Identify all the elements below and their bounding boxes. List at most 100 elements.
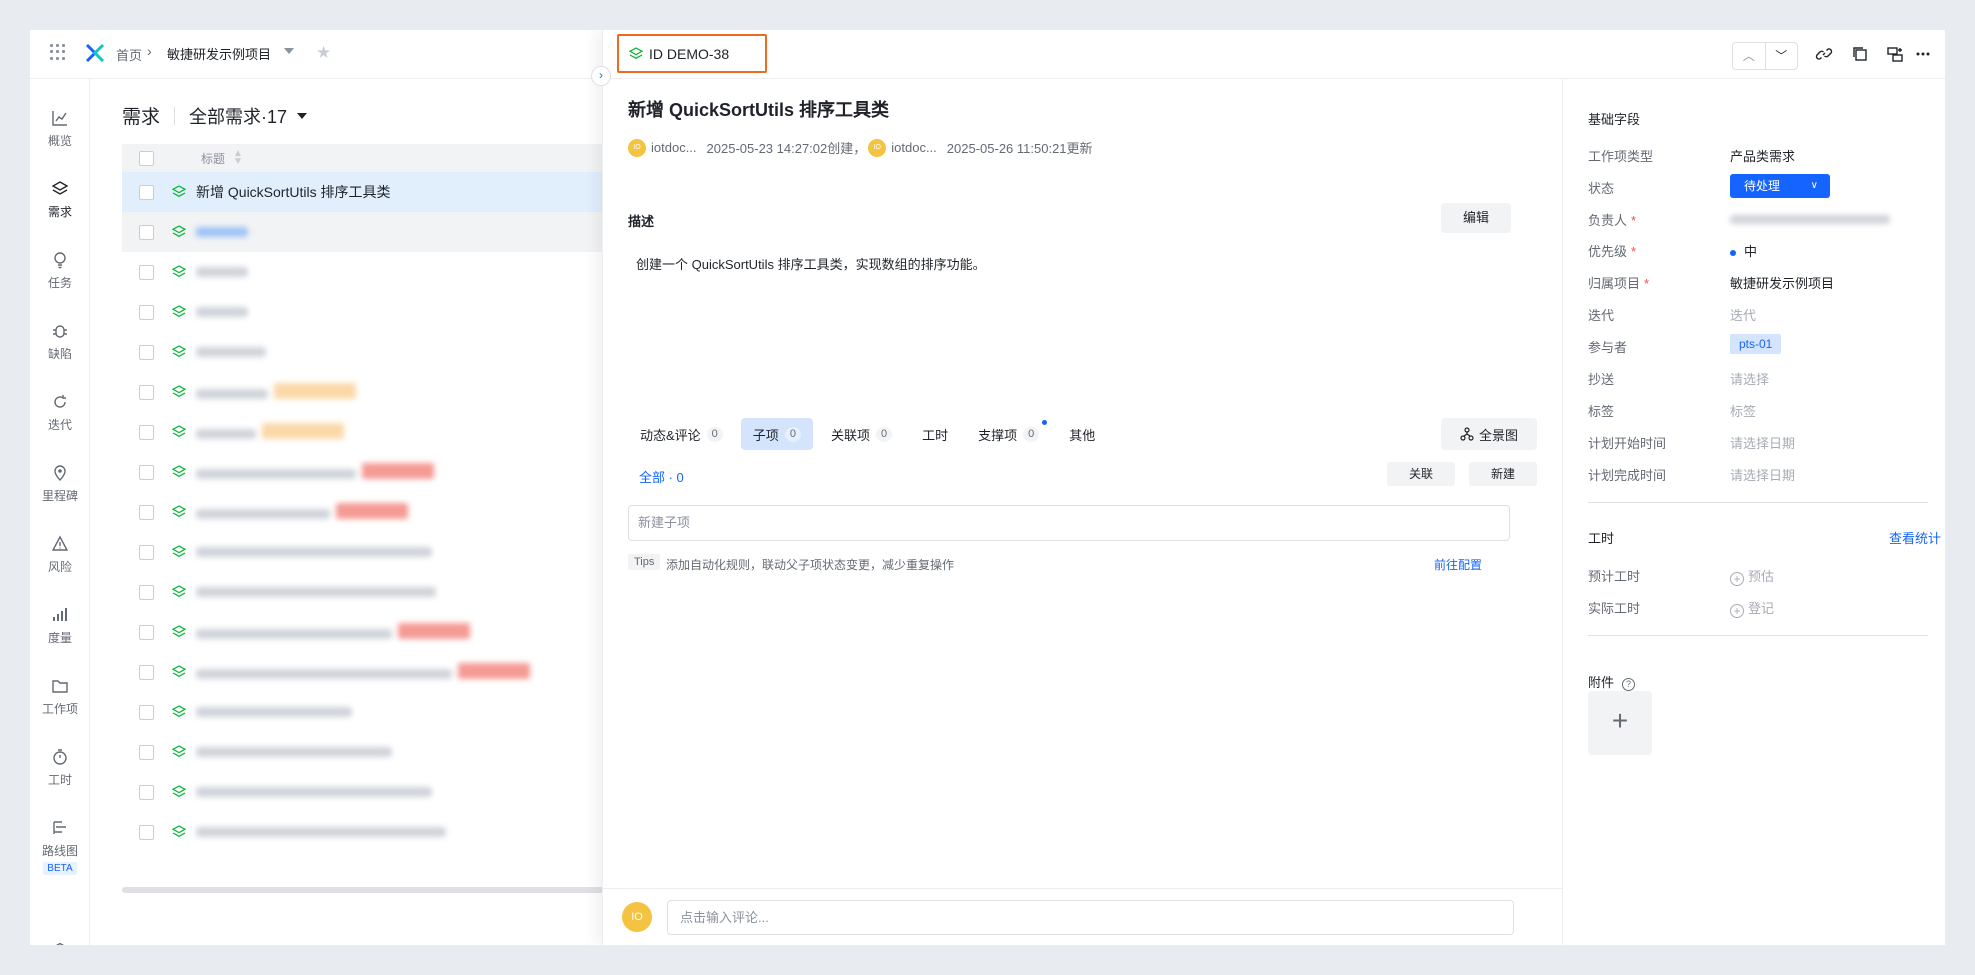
table-row[interactable] bbox=[122, 812, 632, 852]
select-all-checkbox[interactable] bbox=[139, 150, 154, 166]
edit-button[interactable]: 编辑 bbox=[1441, 203, 1511, 233]
view-filter-dropdown[interactable]: 全部需求·17 bbox=[189, 103, 287, 129]
tab-timesheet[interactable]: 工时 bbox=[910, 418, 960, 450]
row-title-redacted[interactable] bbox=[196, 224, 248, 240]
work-item-id[interactable]: ID DEMO-38 bbox=[617, 34, 767, 73]
app-grid-icon[interactable] bbox=[50, 44, 66, 60]
nav-risks[interactable]: 风险 bbox=[30, 535, 90, 575]
previous-item-icon[interactable]: ︿ bbox=[1733, 43, 1765, 69]
row-title-redacted[interactable] bbox=[196, 462, 434, 482]
row-title-redacted[interactable] bbox=[196, 544, 432, 560]
nav-timesheet[interactable]: 工时 bbox=[30, 748, 90, 788]
field-value[interactable]: 产品类需求 bbox=[1730, 146, 1795, 165]
table-row[interactable] bbox=[122, 372, 632, 412]
horizontal-scrollbar[interactable] bbox=[122, 887, 632, 893]
breadcrumb-home[interactable]: 首页 bbox=[116, 45, 142, 64]
field-value[interactable]: 标签 bbox=[1730, 401, 1756, 420]
row-checkbox[interactable] bbox=[139, 504, 154, 520]
row-checkbox[interactable] bbox=[139, 704, 154, 720]
log-hours-button[interactable]: + 登记 bbox=[1730, 598, 1774, 618]
row-title-redacted[interactable] bbox=[196, 784, 432, 800]
row-checkbox[interactable] bbox=[139, 304, 154, 320]
row-checkbox[interactable] bbox=[139, 744, 154, 760]
row-title-redacted[interactable] bbox=[196, 344, 266, 360]
row-title-redacted[interactable] bbox=[196, 502, 408, 522]
table-row[interactable] bbox=[122, 452, 632, 492]
row-checkbox[interactable] bbox=[139, 344, 154, 360]
row-title-redacted[interactable] bbox=[196, 304, 248, 320]
nav-roadmap[interactable]: 路线图 BETA bbox=[30, 819, 90, 875]
status-dropdown[interactable]: 待处理 ∨ bbox=[1730, 174, 1830, 198]
row-title[interactable]: 新增 QuickSortUtils 排序工具类 bbox=[196, 182, 390, 202]
field-value[interactable]: 请选择 bbox=[1730, 369, 1769, 388]
more-icon[interactable] bbox=[1914, 45, 1932, 63]
participant-tag[interactable]: pts-01 bbox=[1730, 334, 1782, 354]
tab-other[interactable]: 其他 bbox=[1057, 418, 1107, 450]
field-value[interactable]: 请选择日期 bbox=[1730, 433, 1795, 452]
row-title-redacted[interactable] bbox=[196, 662, 530, 682]
field-value[interactable]: 迭代 bbox=[1730, 305, 1756, 324]
comment-input[interactable]: 点击输入评论... bbox=[667, 900, 1514, 935]
table-row[interactable] bbox=[122, 332, 632, 372]
row-checkbox[interactable] bbox=[139, 584, 154, 600]
favorite-star-icon[interactable]: ★ bbox=[316, 43, 331, 63]
upload-attachment-button[interactable]: + bbox=[1588, 691, 1652, 755]
row-checkbox[interactable] bbox=[139, 184, 154, 200]
copy-link-icon[interactable] bbox=[1815, 45, 1833, 63]
nav-bugs[interactable]: 缺陷 bbox=[30, 322, 90, 362]
priority-value[interactable]: 中 bbox=[1730, 241, 1757, 260]
row-title-redacted[interactable] bbox=[196, 264, 248, 280]
nav-metrics[interactable]: 度量 bbox=[30, 606, 90, 646]
row-title-redacted[interactable] bbox=[196, 584, 436, 600]
nav-overview[interactable]: 概览 bbox=[30, 109, 90, 149]
table-row[interactable] bbox=[122, 492, 632, 532]
table-row[interactable] bbox=[122, 772, 632, 812]
tab-related[interactable]: 关联项 0 bbox=[819, 418, 904, 450]
new-item-button[interactable]: 新建 bbox=[1469, 462, 1537, 486]
table-row[interactable] bbox=[122, 652, 632, 692]
link-item-button[interactable]: 关联 bbox=[1387, 462, 1455, 486]
table-row[interactable] bbox=[122, 252, 632, 292]
chevron-down-icon[interactable] bbox=[297, 112, 308, 119]
row-checkbox[interactable] bbox=[139, 784, 154, 800]
project-dropdown-icon[interactable] bbox=[284, 48, 294, 54]
table-row[interactable] bbox=[122, 292, 632, 332]
row-title-redacted[interactable] bbox=[196, 824, 446, 840]
row-title-redacted[interactable] bbox=[196, 704, 352, 720]
table-row[interactable]: 新增 QuickSortUtils 排序工具类 bbox=[122, 172, 632, 212]
panorama-button[interactable]: 全景图 bbox=[1441, 418, 1537, 450]
table-row[interactable] bbox=[122, 412, 632, 452]
subitems-filter-all[interactable]: 全部 · 0 bbox=[639, 467, 684, 486]
row-checkbox[interactable] bbox=[139, 224, 154, 240]
row-checkbox[interactable] bbox=[139, 384, 154, 400]
nav-milestones[interactable]: 里程碑 bbox=[30, 464, 90, 504]
table-row[interactable] bbox=[122, 612, 632, 652]
new-subitem-input[interactable]: 新建子项 bbox=[628, 505, 1510, 541]
nav-tasks[interactable]: 任务 bbox=[30, 251, 90, 291]
table-row[interactable] bbox=[122, 532, 632, 572]
view-stats-link[interactable]: 查看统计 bbox=[1889, 528, 1941, 547]
item-title[interactable]: 新增 QuickSortUtils 排序工具类 bbox=[628, 96, 889, 122]
field-value[interactable]: 敏捷研发示例项目 bbox=[1730, 273, 1834, 292]
switch-view-icon[interactable] bbox=[1886, 45, 1904, 63]
collapse-drawer-icon[interactable]: › bbox=[591, 66, 611, 86]
sort-icon[interactable]: ▲ ▼ bbox=[233, 149, 243, 167]
row-checkbox[interactable] bbox=[139, 824, 154, 840]
row-title-redacted[interactable] bbox=[196, 622, 470, 642]
logo-icon[interactable] bbox=[84, 42, 106, 64]
go-configure-link[interactable]: 前往配置 bbox=[1434, 556, 1482, 573]
table-row[interactable] bbox=[122, 572, 632, 612]
nav-workitems[interactable]: 工作项 bbox=[30, 677, 90, 717]
row-title-redacted[interactable] bbox=[196, 422, 344, 442]
row-checkbox[interactable] bbox=[139, 544, 154, 560]
settings-icon[interactable] bbox=[51, 942, 69, 945]
row-checkbox[interactable] bbox=[139, 264, 154, 280]
estimate-button[interactable]: + 预估 bbox=[1730, 566, 1774, 586]
owner-value-redacted[interactable] bbox=[1730, 210, 1890, 227]
row-checkbox[interactable] bbox=[139, 424, 154, 440]
next-item-icon[interactable]: ﹀ bbox=[1764, 43, 1798, 69]
table-row[interactable] bbox=[122, 692, 632, 732]
tab-subitems[interactable]: 子项 0 bbox=[740, 418, 813, 450]
nav-requirements[interactable]: 需求 bbox=[30, 180, 90, 220]
row-checkbox[interactable] bbox=[139, 464, 154, 480]
